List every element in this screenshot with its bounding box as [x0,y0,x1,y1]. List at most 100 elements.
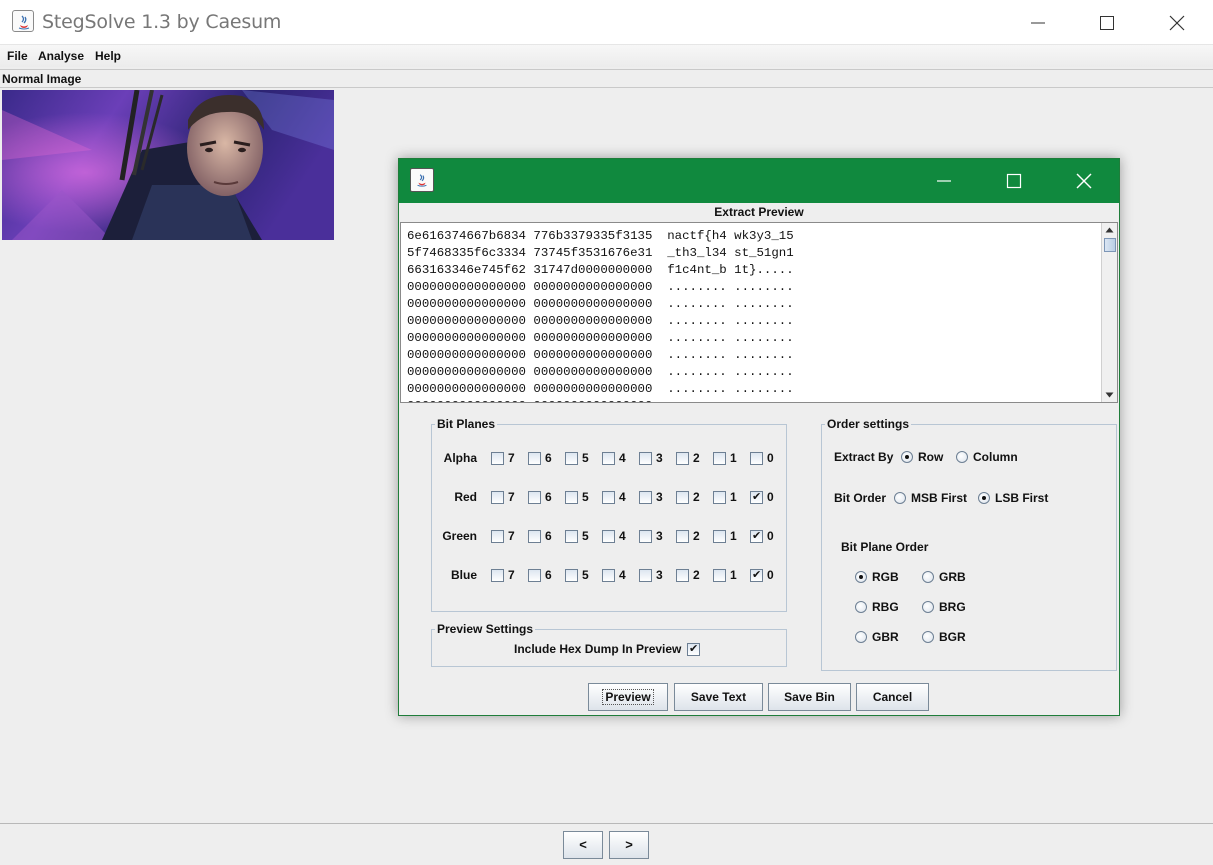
scroll-up-arrow[interactable] [1102,223,1117,237]
bit-plane-bit-label: 3 [656,568,663,582]
bit-order-lsb-radio[interactable] [978,492,990,504]
chevron-down-icon [1105,392,1114,398]
bit-plane-checkbox-green-3[interactable] [639,530,652,543]
extract-preview-textarea[interactable]: 6e616374667b6834 776b3379335f3135 nactf{… [400,222,1118,403]
bit-order-msb-radio[interactable] [894,492,906,504]
bit-plane-checkbox-red-4[interactable] [602,491,615,504]
bit-plane-checkbox-alpha-5[interactable] [565,452,578,465]
bit-plane-order-radio-grb[interactable] [922,571,934,583]
dialog-close-button[interactable] [1049,159,1119,203]
extract-preview-label: Extract Preview [714,205,804,219]
bit-plane-bit-label: 3 [656,451,663,465]
cancel-button[interactable]: Cancel [856,683,929,711]
bit-plane-order-radio-brg[interactable] [922,601,934,613]
bit-order-label: Bit Order [834,491,887,505]
bit-plane-bit-label: 7 [508,490,515,504]
scroll-thumb[interactable] [1104,238,1116,252]
preview-button[interactable]: Preview [588,683,668,711]
close-button[interactable] [1142,0,1212,45]
menu-analyse[interactable]: Analyse [38,49,84,63]
bit-plane-checkbox-alpha-6[interactable] [528,452,541,465]
bit-plane-checkbox-red-3[interactable] [639,491,652,504]
title-bar: StegSolve 1.3 by Caesum [0,0,1213,45]
bit-plane-bit-label: 7 [508,529,515,543]
bit-plane-checkbox-alpha-3[interactable] [639,452,652,465]
bit-plane-bit-label: 3 [656,490,663,504]
bit-plane-checkbox-red-2[interactable] [676,491,689,504]
preview-button-label: Preview [602,689,654,705]
scroll-down-arrow[interactable] [1102,388,1117,402]
bit-plane-order-radio-gbr[interactable] [855,631,867,643]
bit-plane-checkbox-alpha-2[interactable] [676,452,689,465]
bit-plane-checkbox-green-7[interactable] [491,530,504,543]
extract-by-row-label: Row [918,450,944,464]
bit-plane-checkbox-green-5[interactable] [565,530,578,543]
bit-plane-checkbox-blue-4[interactable] [602,569,615,582]
bit-plane-checkbox-blue-0[interactable]: ✔ [750,569,763,582]
bit-plane-bit-label: 1 [730,568,737,582]
minimize-button[interactable] [1003,0,1073,45]
bit-plane-bit-label: 0 [767,568,774,582]
save-text-button[interactable]: Save Text [674,683,763,711]
bit-plane-checkbox-red-6[interactable] [528,491,541,504]
bit-plane-bit-label: 1 [730,490,737,504]
extract-preview-content: 6e616374667b6834 776b3379335f3135 nactf{… [407,229,794,402]
bit-plane-checkbox-green-0[interactable]: ✔ [750,530,763,543]
dialog-maximize-button[interactable] [979,159,1049,203]
bit-plane-checkbox-red-0[interactable]: ✔ [750,491,763,504]
java-app-icon [410,168,434,192]
save-bin-button[interactable]: Save Bin [768,683,851,711]
bit-plane-order-radio-bgr[interactable] [922,631,934,643]
bit-planes-group: Bit Planes [431,417,787,612]
bit-plane-checkbox-blue-3[interactable] [639,569,652,582]
maximize-button[interactable] [1072,0,1142,45]
bit-plane-bit-label: 5 [582,451,589,465]
bit-plane-row-label-green: Green [442,529,477,543]
save-bin-button-label: Save Bin [784,690,835,704]
bit-planes-legend: Bit Planes [437,417,496,431]
bit-plane-checkbox-red-7[interactable] [491,491,504,504]
bit-plane-checkbox-red-1[interactable] [713,491,726,504]
hex-dump-label: Include Hex Dump In Preview [514,642,682,656]
extract-by-row-radio[interactable] [901,451,913,463]
bit-plane-checkbox-red-5[interactable] [565,491,578,504]
next-mode-button[interactable]: > [609,831,649,859]
bit-plane-checkbox-green-6[interactable] [528,530,541,543]
bit-plane-bit-label: 2 [693,451,700,465]
bit-plane-bit-label: 7 [508,451,515,465]
bit-plane-bit-label: 0 [767,490,774,504]
bit-plane-row-label-alpha: Alpha [443,451,477,465]
bit-plane-checkbox-blue-1[interactable] [713,569,726,582]
bit-plane-checkbox-green-2[interactable] [676,530,689,543]
bit-plane-bit-label: 7 [508,568,515,582]
image-navigation-bar: < > [0,825,1213,865]
bit-plane-checkbox-blue-7[interactable] [491,569,504,582]
dialog-minimize-button[interactable] [909,159,979,203]
bit-plane-bit-label: 5 [582,490,589,504]
bit-plane-checkbox-alpha-7[interactable] [491,452,504,465]
bit-order-lsb-label: LSB First [995,491,1049,505]
menu-help[interactable]: Help [95,49,121,63]
extract-by-column-radio[interactable] [956,451,968,463]
bit-plane-checkbox-alpha-1[interactable] [713,452,726,465]
bit-plane-order-label: Bit Plane Order [841,540,929,554]
hex-dump-checkbox[interactable]: ✔ [687,643,700,656]
bit-plane-checkbox-green-4[interactable] [602,530,615,543]
bit-plane-order-radio-rbg[interactable] [855,601,867,613]
bit-plane-checkbox-alpha-0[interactable] [750,452,763,465]
previous-mode-button[interactable]: < [563,831,603,859]
bit-plane-bit-label: 0 [767,529,774,543]
bit-plane-bit-label: 4 [619,490,626,504]
loaded-image [2,90,334,240]
bit-plane-checkbox-alpha-4[interactable] [602,452,615,465]
bit-plane-bit-label: 6 [545,568,552,582]
bit-plane-checkbox-blue-2[interactable] [676,569,689,582]
menu-file[interactable]: File [7,49,28,63]
window-title: StegSolve 1.3 by Caesum [42,11,282,33]
preview-scrollbar[interactable] [1101,223,1117,402]
bit-plane-order-radio-rgb[interactable] [855,571,867,583]
bit-plane-bit-label: 2 [693,490,700,504]
bit-plane-checkbox-blue-6[interactable] [528,569,541,582]
bit-plane-checkbox-blue-5[interactable] [565,569,578,582]
bit-plane-checkbox-green-1[interactable] [713,530,726,543]
